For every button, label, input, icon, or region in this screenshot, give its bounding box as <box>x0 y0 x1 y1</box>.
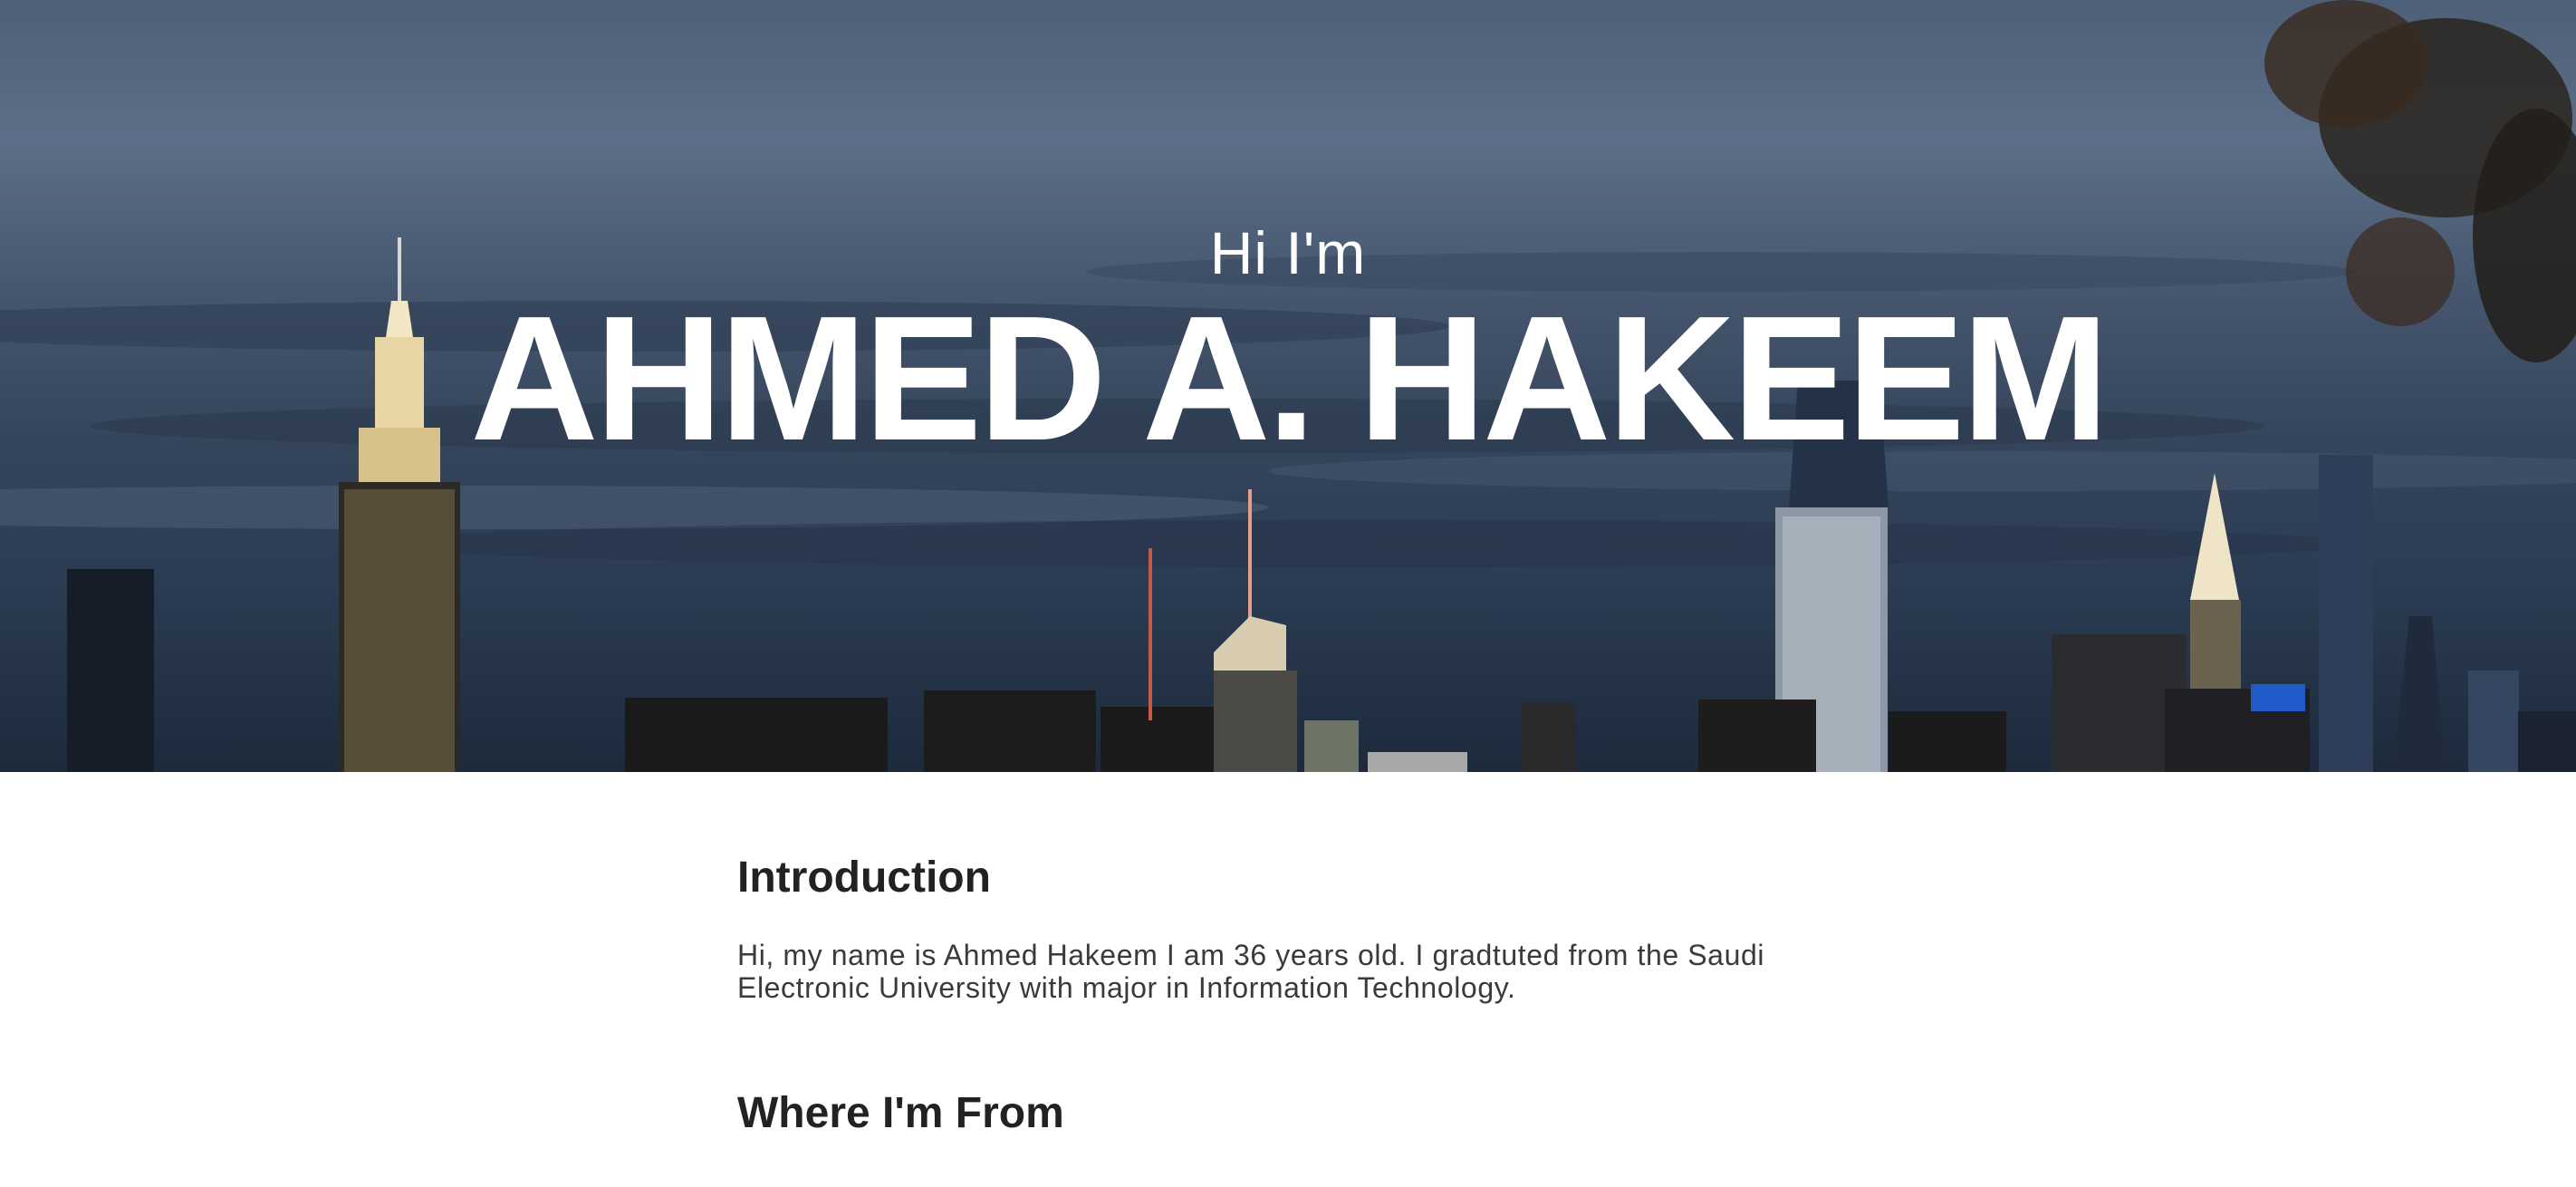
section-introduction: Introduction Hi, my name is Ahmed Hakeem… <box>737 852 1797 1004</box>
section-title-where-from: Where I'm From <box>737 1088 1064 1137</box>
hero-banner: Hi I'm AHMED A. HAKEEM <box>0 0 2576 772</box>
section-where-from: Where I'm From <box>737 1087 1797 1140</box>
main-content: Introduction Hi, my name is Ahmed Hakeem… <box>737 852 1797 1139</box>
section-title-introduction: Introduction <box>737 854 991 902</box>
hero-name-title: AHMED A. HAKEEM <box>470 279 2110 478</box>
hero-greeting: Hi I'm <box>1209 219 1367 286</box>
section-body-introduction: Hi, my name is Ahmed Hakeem I am 36 year… <box>737 938 1765 1004</box>
